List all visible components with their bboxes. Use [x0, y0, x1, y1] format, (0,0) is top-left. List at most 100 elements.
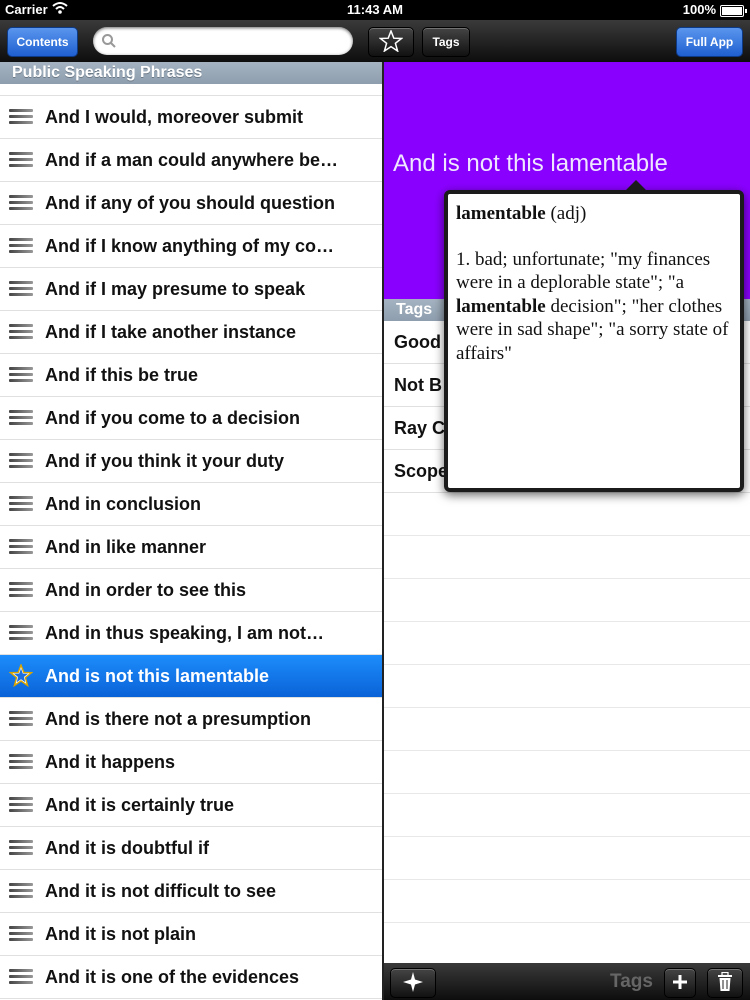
list-item-label: And it is not difficult to see: [45, 881, 276, 901]
delete-button[interactable]: [707, 968, 743, 998]
search-field[interactable]: [93, 27, 353, 55]
phrase-lines-icon: [9, 840, 33, 857]
trash-icon: [717, 971, 733, 995]
empty-row: [384, 923, 750, 966]
phrase-lines-icon: [9, 625, 33, 642]
list-item[interactable]: And if you think it your duty: [0, 440, 382, 483]
list-item[interactable]: And in like manner: [0, 526, 382, 569]
list-item[interactable]: And it happens: [0, 741, 382, 784]
empty-row: [384, 751, 750, 794]
list-item-label: And if I may presume to speak: [45, 279, 306, 299]
phrase-lines-icon: [9, 926, 33, 943]
search-input[interactable]: [121, 31, 345, 53]
top-toolbar: Contents Tags Full App: [0, 20, 750, 63]
list-item[interactable]: And is not this lamentable: [0, 655, 382, 698]
tag-label: Not B: [394, 375, 442, 395]
list-item-label: And it is doubtful if: [45, 838, 209, 858]
empty-row: [384, 837, 750, 880]
definition-highlight: lamentable: [456, 295, 546, 317]
list-item[interactable]: And it is not plain: [0, 913, 382, 956]
phrase-lines-icon: [9, 797, 33, 814]
phrase-lines-icon: [9, 324, 33, 341]
tags-section-title: Tags: [396, 301, 433, 318]
add-tag-button[interactable]: [664, 968, 696, 998]
phrase-list-pane: Public Speaking Phrases And I will tell …: [0, 62, 382, 1000]
tag-label: Scope: [394, 461, 449, 481]
list-item-label: And is not this lamentable: [45, 666, 270, 686]
sparkle-star-icon: [402, 971, 424, 996]
tag-label: Good: [394, 332, 441, 352]
star-outline-icon: [378, 28, 404, 55]
empty-row: [384, 665, 750, 708]
full-app-button[interactable]: Full App: [676, 27, 743, 57]
section-title: Public Speaking Phrases: [12, 64, 203, 81]
phrase-lines-icon: [9, 238, 33, 255]
phrase-lines-icon: [9, 152, 33, 169]
list-item[interactable]: And in conclusion: [0, 483, 382, 526]
definition-part-1: 1. bad; unfortunate; "my finances were i…: [456, 248, 711, 294]
phrase-lines-icon: [9, 453, 33, 470]
tag-label: Ray C: [394, 418, 446, 438]
empty-row: [384, 579, 750, 622]
bottom-tags-label: Tags: [610, 971, 653, 992]
list-item-label: And I would, moreover submit: [45, 107, 304, 127]
list-item[interactable]: And if I know anything of my co…: [0, 225, 382, 268]
phrase-lines-icon: [9, 195, 33, 212]
phrase-lines-icon: [9, 496, 33, 513]
list-item[interactable]: And if I may presume to speak: [0, 268, 382, 311]
list-item[interactable]: And is there not a presumption: [0, 698, 382, 741]
phrase-lines-icon: [9, 539, 33, 556]
list-item-label: And if you come to a decision: [45, 408, 301, 428]
list-item[interactable]: And if this be true: [0, 354, 382, 397]
list-item[interactable]: And if any of you should question: [0, 182, 382, 225]
definition-word: lamentable: [456, 203, 546, 224]
list-item-label: And in like manner: [45, 537, 207, 557]
list-item[interactable]: And I would, moreover submit: [0, 96, 382, 139]
search-icon: [101, 33, 117, 54]
list-item-label: And it is not plain: [45, 924, 196, 944]
phrase-lines-icon: [9, 711, 33, 728]
list-item[interactable]: And it is certainly true: [0, 784, 382, 827]
list-item[interactable]: And in thus speaking, I am not…: [0, 612, 382, 655]
phrase-lines-icon: [9, 281, 33, 298]
empty-row: [384, 536, 750, 579]
list-item-label: And if this be true: [45, 365, 198, 385]
definition-content: lamentable (adj) 1. bad; unfortunate; "m…: [456, 202, 732, 365]
phrase-lines-icon: [9, 969, 33, 986]
clock: 11:43 AM: [347, 2, 403, 17]
list-item-label: And it is certainly true: [45, 795, 235, 815]
list-item-label: And if you think it your duty: [45, 451, 284, 471]
contents-button[interactable]: Contents: [7, 27, 78, 57]
definition-text: 1. bad; unfortunate; "my finances were i…: [456, 248, 732, 366]
battery-icon: [720, 5, 747, 17]
phrase-lines-icon: [9, 109, 33, 126]
list-item[interactable]: And it is one of the evidences: [0, 956, 382, 999]
definition-heading: lamentable (adj): [456, 202, 732, 226]
list-item[interactable]: And if I take another instance: [0, 311, 382, 354]
battery-percent: 100%: [682, 2, 716, 17]
phrase-lines-icon: [9, 367, 33, 384]
empty-row: [384, 708, 750, 751]
phrase-text[interactable]: And is not this lamentable: [393, 150, 668, 178]
list-item[interactable]: And in order to see this: [0, 569, 382, 612]
list-item-label: And if I take another instance: [45, 322, 297, 342]
list-item[interactable]: And it is not difficult to see: [0, 870, 382, 913]
tags-button[interactable]: Tags: [422, 27, 470, 57]
list-item-label: And it is one of the evidences: [45, 967, 300, 987]
list-item[interactable]: And if you come to a decision: [0, 397, 382, 440]
list-item[interactable]: And it is doubtful if: [0, 827, 382, 870]
empty-row: [384, 880, 750, 923]
phrase-lines-icon: [9, 754, 33, 771]
definition-popover[interactable]: lamentable (adj) 1. bad; unfortunate; "m…: [444, 180, 744, 492]
empty-row: [384, 794, 750, 837]
empty-row: [384, 622, 750, 665]
favorite-button[interactable]: [368, 27, 414, 57]
list-item-label: And is there not a presumption: [45, 709, 312, 729]
plus-icon: [672, 974, 688, 993]
list-item-label: And if any of you should question: [45, 193, 335, 213]
list-item-label: And it happens: [45, 752, 175, 772]
random-button[interactable]: [390, 968, 436, 998]
list-item[interactable]: And if a man could anywhere be…: [0, 139, 382, 182]
section-header: Public Speaking Phrases: [0, 62, 382, 84]
star-icon: [8, 663, 34, 692]
